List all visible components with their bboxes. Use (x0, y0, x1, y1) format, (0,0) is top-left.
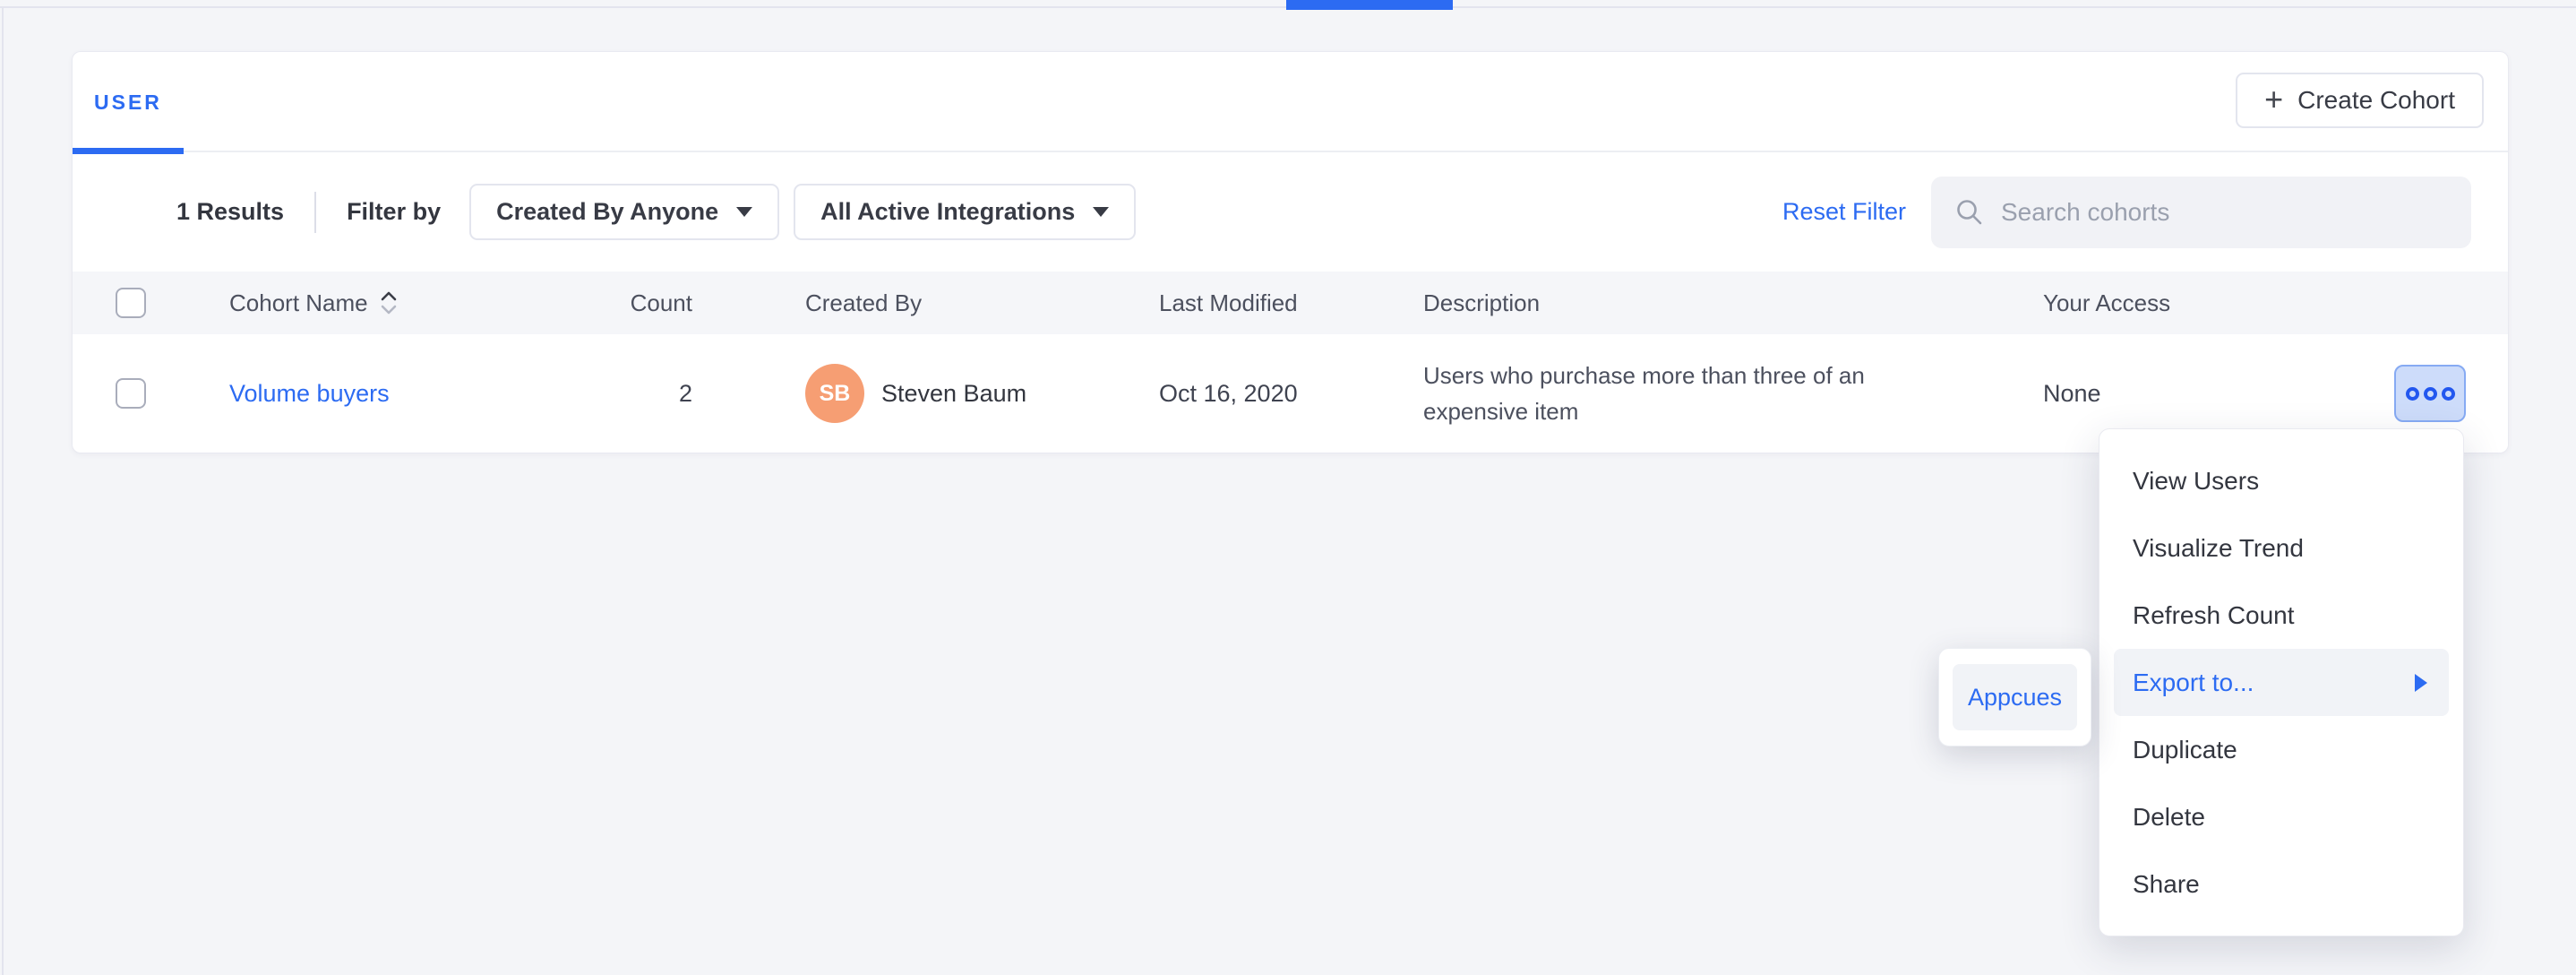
integrations-dropdown-value: All Active Integrations (820, 198, 1075, 226)
create-cohort-button[interactable]: + Create Cohort (2236, 73, 2484, 128)
column-header-your-access: Your Access (2043, 289, 2394, 317)
chevron-down-icon (1093, 207, 1109, 217)
column-header-created-by: Created By (692, 289, 1159, 317)
avatar: SB (805, 364, 864, 423)
create-cohort-label: Create Cohort (2297, 86, 2455, 115)
sort-icon (379, 289, 399, 316)
divider (314, 192, 316, 233)
column-header-description: Description (1423, 289, 2043, 317)
active-tab-indicator (1286, 0, 1453, 10)
tab-user-label: USER (94, 91, 162, 115)
row-checkbox[interactable] (116, 378, 146, 409)
submenu-item-appcues[interactable]: Appcues (1953, 664, 2077, 730)
created-by-dropdown[interactable]: Created By Anyone (469, 184, 779, 240)
menu-item-export-to[interactable]: Export to... (2114, 649, 2449, 716)
panel-left-border (2, 8, 4, 975)
export-submenu: Appcues (1938, 648, 2091, 746)
menu-item-duplicate[interactable]: Duplicate (2099, 716, 2463, 783)
ellipsis-icon (2424, 387, 2437, 401)
cohort-description: Users who purchase more than three of an… (1423, 358, 1918, 429)
plus-icon: + (2264, 83, 2283, 116)
search-icon (1954, 197, 1985, 228)
submenu-arrow-icon (2415, 674, 2427, 692)
menu-item-delete[interactable]: Delete (2099, 783, 2463, 850)
cohort-name-link[interactable]: Volume buyers (229, 380, 390, 407)
last-modified-date: Oct 16, 2020 (1159, 380, 1423, 408)
integrations-dropdown[interactable]: All Active Integrations (794, 184, 1136, 240)
row-actions-menu: View Users Visualize Trend Refresh Count… (2099, 428, 2464, 936)
results-count: 1 Results (176, 198, 284, 226)
filter-bar: 1 Results Filter by Created By Anyone Al… (73, 152, 2508, 272)
column-header-cohort-name[interactable]: Cohort Name (229, 289, 625, 317)
chevron-down-icon (736, 207, 752, 217)
created-by-dropdown-value: Created By Anyone (496, 198, 718, 226)
menu-item-refresh-count[interactable]: Refresh Count (2099, 582, 2463, 649)
access-value: None (2043, 380, 2394, 408)
column-header-count: Count (631, 289, 692, 317)
cohort-count: 2 (679, 380, 692, 408)
created-by-name: Steven Baum (881, 380, 1026, 408)
table-header: Cohort Name Count Created By Last Modifi… (73, 272, 2508, 334)
ellipsis-icon (2406, 387, 2419, 401)
menu-item-share[interactable]: Share (2099, 850, 2463, 918)
search-cohorts-box[interactable] (1931, 177, 2471, 248)
filter-by-label: Filter by (347, 198, 441, 226)
menu-item-visualize-trend[interactable]: Visualize Trend (2099, 514, 2463, 582)
export-to-label: Export to... (2133, 669, 2254, 697)
tab-user[interactable]: USER (73, 52, 184, 152)
cohorts-panel: USER + Create Cohort 1 Results Filter by… (72, 51, 2509, 453)
row-actions-button[interactable] (2394, 365, 2466, 422)
tab-bar: USER + Create Cohort (73, 52, 2508, 152)
search-input[interactable] (2001, 198, 2431, 227)
created-by-cell: SB Steven Baum (692, 364, 1159, 423)
select-all-checkbox[interactable] (116, 288, 146, 318)
menu-item-view-users[interactable]: View Users (2099, 447, 2463, 514)
column-header-last-modified: Last Modified (1159, 289, 1423, 317)
reset-filter-link[interactable]: Reset Filter (1782, 198, 1906, 226)
ellipsis-icon (2442, 387, 2455, 401)
cohort-name-header-label: Cohort Name (229, 289, 368, 317)
